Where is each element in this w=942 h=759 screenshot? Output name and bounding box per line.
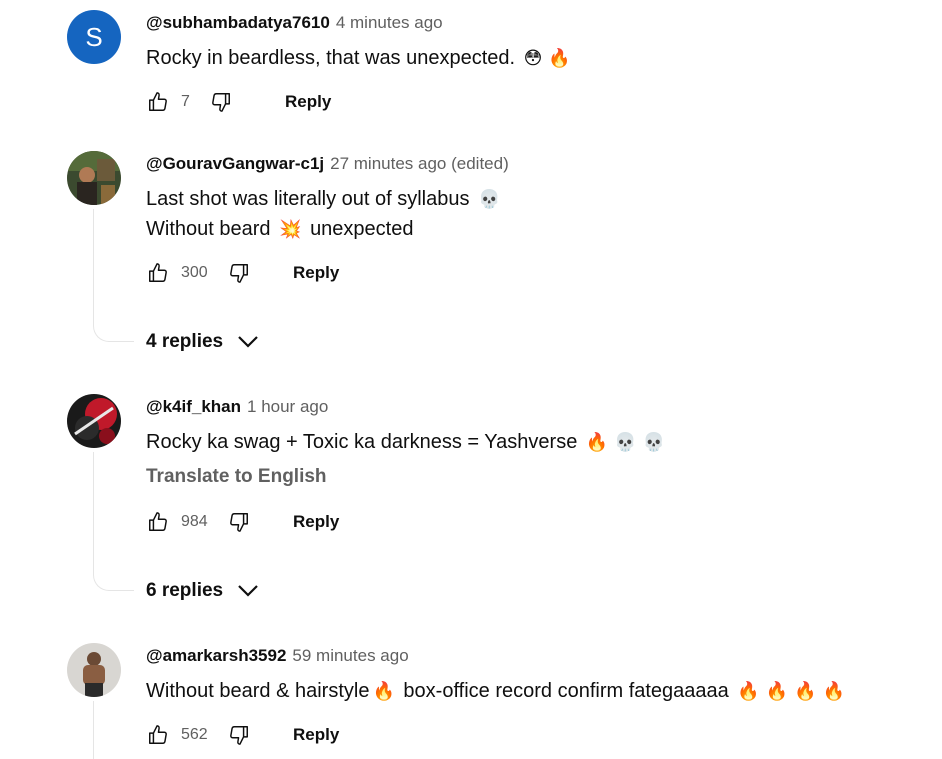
like-count: 300 (181, 264, 208, 281)
comment-line: box-office record confirm fategaaaaa (403, 680, 729, 702)
fire-emoji: 🔥 (737, 681, 760, 701)
reply-button[interactable]: Reply (285, 92, 331, 112)
skull-emoji: 💀 (614, 432, 637, 452)
thumbs-up-icon (149, 263, 167, 282)
avatar-photo (67, 151, 121, 205)
dislike-button[interactable] (209, 90, 233, 114)
like-button[interactable] (146, 90, 170, 114)
thread-line (93, 701, 134, 759)
comment-line: Without beard (146, 218, 271, 240)
view-replies-button[interactable]: 6 replies (146, 580, 259, 602)
reply-button[interactable]: Reply (293, 263, 339, 283)
comment-line: Rocky in beardless, that was unexpected. (146, 47, 516, 69)
thread-line (93, 209, 134, 342)
view-replies-button[interactable]: 4 replies (146, 331, 259, 353)
collision-emoji: 💥 (279, 219, 302, 239)
thumbs-up-icon (149, 725, 167, 744)
replies-label: 4 replies (146, 331, 224, 352)
thumbs-down-icon (230, 264, 248, 283)
chevron-down-icon (238, 336, 258, 348)
avatar-photo (67, 394, 121, 448)
chevron-down-icon (238, 585, 258, 597)
fire-emoji: 🔥 (794, 681, 817, 701)
thread-line (93, 452, 134, 591)
thumbs-up-icon (149, 512, 167, 531)
like-button[interactable] (146, 261, 170, 285)
dislike-button[interactable] (227, 510, 251, 534)
comment-line: unexpected (310, 218, 414, 240)
like-count: 984 (181, 513, 208, 530)
avatar-photo (67, 643, 121, 697)
comment-author[interactable]: @amarkarsh3592 (146, 646, 286, 665)
comment-time[interactable]: 59 minutes ago (292, 646, 408, 665)
fire-emoji: 🔥 (372, 681, 395, 701)
comment-line: Without beard & hairstyle (146, 680, 370, 702)
avatar-letter: S (85, 21, 103, 52)
reply-button[interactable]: Reply (293, 512, 339, 532)
flushed-face-emoji: 😳 (523, 48, 543, 68)
skull-emoji: 💀 (478, 189, 501, 209)
translate-link[interactable]: Translate to English (146, 466, 327, 488)
thumbs-down-icon (230, 726, 248, 745)
thumbs-up-icon (149, 92, 167, 111)
like-button[interactable] (146, 510, 170, 534)
comment-text: Last shot was literally out of syllabus … (146, 184, 503, 244)
skull-emoji: 💀 (642, 432, 666, 452)
fire-emoji: 🔥 (822, 681, 846, 701)
like-button[interactable] (146, 723, 170, 747)
fire-emoji: 🔥 (765, 681, 789, 701)
replies-label: 6 replies (146, 580, 224, 601)
thumbs-down-icon (212, 93, 230, 112)
comment-text: Without beard & hairstyle 🔥 box-office re… (146, 676, 848, 706)
fire-emoji: 🔥 (548, 48, 571, 68)
avatar[interactable] (67, 643, 121, 697)
comment-author[interactable]: @subhambadatya7610 (146, 13, 330, 32)
comment-time[interactable]: 1 hour ago (247, 397, 328, 416)
comment-text: Rocky ka swag + Toxic ka darkness = Yash… (146, 427, 668, 457)
comment-author[interactable]: @GouravGangwar-c1j (146, 154, 324, 173)
comment-line: Rocky ka swag + Toxic ka darkness = Yash… (146, 431, 578, 453)
dislike-button[interactable] (227, 723, 251, 747)
avatar[interactable]: S (67, 10, 121, 64)
like-count: 7 (181, 93, 190, 110)
comment-text: Rocky in beardless, that was unexpected.… (146, 43, 574, 73)
like-count: 562 (181, 726, 208, 743)
reply-button[interactable]: Reply (293, 725, 339, 745)
comment-line: Last shot was literally out of syllabus (146, 188, 470, 210)
dislike-button[interactable] (227, 261, 251, 285)
comment-time[interactable]: 27 minutes ago (edited) (330, 154, 509, 173)
avatar[interactable] (67, 151, 121, 205)
comment-author[interactable]: @k4if_khan (146, 397, 241, 416)
comment-time[interactable]: 4 minutes ago (336, 13, 443, 32)
avatar[interactable] (67, 394, 121, 448)
fire-emoji: 🔥 (585, 432, 609, 452)
thumbs-down-icon (230, 513, 248, 532)
